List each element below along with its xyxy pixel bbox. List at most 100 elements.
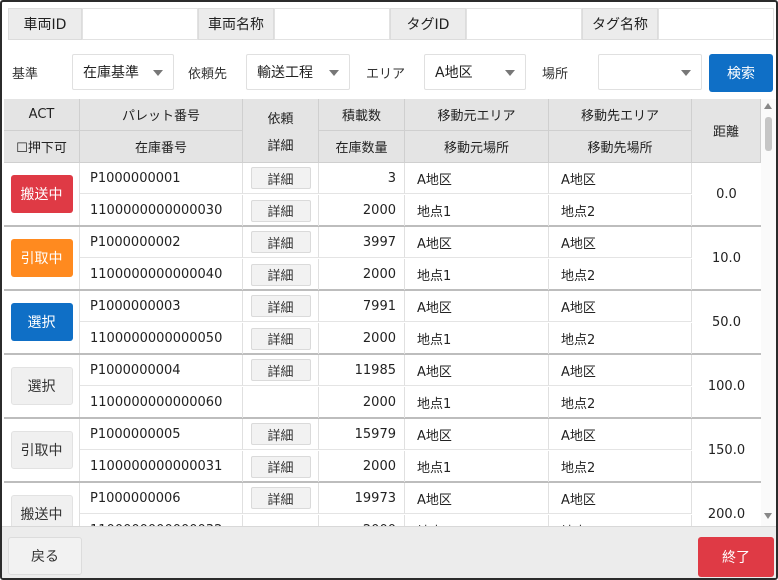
act-button-transporting-plain[interactable]: 搬送中 [10,495,73,526]
detail-cell [243,387,319,418]
header-request-detail: 依頼 詳細 [243,99,319,163]
dst-area: A地区 [549,291,692,322]
src-area: A地区 [405,483,549,514]
load-qty: 3997 [319,227,405,258]
stock-qty: 2000 [319,259,405,290]
pallet-no: P1000000004 [80,355,243,386]
area-select[interactable]: A地区 [424,54,526,90]
chevron-down-icon [505,70,515,76]
src-loc: 地点1 [405,387,549,418]
act-cell: 引取中 [4,419,80,481]
load-qty: 15979 [319,419,405,450]
search-button[interactable]: 検索 [709,54,773,92]
detail-button[interactable]: 詳細 [250,167,311,189]
stock-no: 1100000000000060 [80,387,243,418]
dst-area: A地区 [549,163,692,194]
act-button-select[interactable]: 選択 [10,367,73,405]
stock-no: 1100000000000050 [80,323,243,354]
basis-label: 基準 [12,66,39,82]
detail-button[interactable]: 詳細 [250,295,311,317]
tag-name-value [658,8,774,40]
detail-cell: 詳細 [243,291,319,322]
filter-bar: 基準 在庫基準 依頼先 輸送工程 エリア A地区 場所 検索 [2,52,776,96]
src-loc: 地点1 [405,515,549,526]
src-area: A地区 [405,227,549,258]
dst-loc: 地点2 [549,259,692,290]
act-cell: 引取中 [4,227,80,289]
scroll-down-icon[interactable] [764,513,772,519]
pallet-no: P1000000006 [80,483,243,514]
chevron-down-icon [153,70,163,76]
stock-no: 1100000000000031 [80,451,243,482]
header-load-qty: 積載数 [319,99,405,131]
detail-cell: 詳細 [243,195,319,226]
table-row: 搬送中 P1000000006 1100000000000032 詳細 1997… [4,483,761,526]
footer-bar: 戻る 終了 [2,526,776,578]
back-button[interactable]: 戻る [8,537,82,575]
dst-loc: 地点2 [549,323,692,354]
vehicle-name-label: 車両名称 [198,8,274,40]
distance: 100.0 [707,378,746,394]
dst-loc: 地点2 [549,195,692,226]
act-button-select-active[interactable]: 選択 [10,303,73,341]
stock-qty: 2000 [319,387,405,418]
vehicle-info-bar: 車両ID 車両名称 タグID タグ名称 [2,2,776,46]
requester-select[interactable]: 輸送工程 [246,54,350,90]
table-row: 選択 P1000000003 1100000000000050 詳細 詳細 79… [4,291,761,355]
scroll-up-icon[interactable] [764,103,772,109]
detail-button[interactable]: 詳細 [250,423,311,445]
header-pallet-no: パレット番号 [80,99,243,131]
detail-cell: 詳細 [243,355,319,386]
dst-area: A地区 [549,355,692,386]
location-select[interactable] [598,54,702,90]
header-stock-no: 在庫番号 [80,131,243,163]
detail-cell: 詳細 [243,259,319,290]
basis-select[interactable]: 在庫基準 [72,54,174,90]
dst-area: A地区 [549,227,692,258]
detail-button[interactable]: 詳細 [250,231,311,253]
stock-qty: 2000 [319,195,405,226]
detail-cell: 詳細 [243,163,319,194]
pallet-no: P1000000002 [80,227,243,258]
stock-qty: 2000 [319,515,405,526]
header-request: 依頼 [267,111,294,127]
detail-button[interactable]: 詳細 [250,327,311,350]
stock-no: 1100000000000040 [80,259,243,290]
dst-loc: 地点2 [549,387,692,418]
area-label: エリア [366,66,406,82]
load-qty: 3 [319,163,405,194]
header-no-push-checkbox[interactable]: ☐押下可 [4,131,80,163]
table-scrollbar[interactable] [761,99,776,526]
stock-no: 1100000000000032 [80,515,243,526]
detail-button[interactable]: 詳細 [250,359,311,381]
chevron-down-icon [329,70,339,76]
table-row: 引取中 P1000000002 1100000000000040 詳細 詳細 3… [4,227,761,291]
header-distance: 距離 [692,99,761,163]
chevron-down-icon [681,70,691,76]
act-cell: 搬送中 [4,163,80,225]
table-row: 選択 P1000000004 1100000000000060 詳細 11985… [4,355,761,419]
scrollbar-thumb[interactable] [765,117,772,151]
src-loc: 地点1 [405,323,549,354]
header-dst-loc: 移動先場所 [549,131,692,163]
act-cell: 選択 [4,291,80,353]
detail-button[interactable]: 詳細 [250,487,311,509]
act-button-collecting[interactable]: 引取中 [10,239,73,277]
detail-button[interactable]: 詳細 [250,263,311,286]
pallet-no: P1000000001 [80,163,243,194]
detail-button[interactable]: 詳細 [250,455,311,478]
distance: 50.0 [712,314,741,330]
detail-cell: 詳細 [243,483,319,514]
src-area: A地区 [405,419,549,450]
table-row: 搬送中 P1000000001 1100000000000030 詳細 詳細 3… [4,163,761,227]
act-cell: 選択 [4,355,80,417]
end-button[interactable]: 終了 [698,537,774,577]
src-area: A地区 [405,291,549,322]
detail-button[interactable]: 詳細 [250,199,311,222]
location-label: 場所 [542,66,569,82]
detail-cell: 詳細 [243,323,319,354]
detail-cell [243,515,319,526]
act-button-collecting-plain[interactable]: 引取中 [10,431,73,469]
load-qty: 7991 [319,291,405,322]
act-button-transporting[interactable]: 搬送中 [10,175,73,213]
